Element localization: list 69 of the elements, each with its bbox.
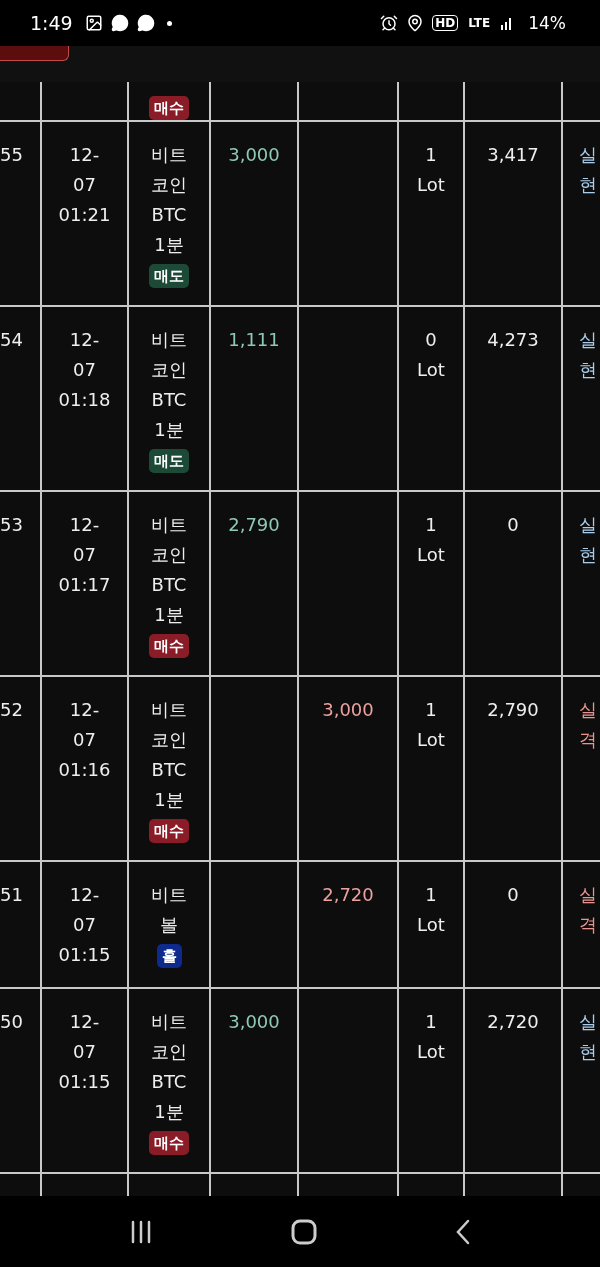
balance-amount: 2,720 [487, 1010, 539, 1034]
balance-amount: 0 [507, 513, 519, 537]
trade-date: 12-07 [68, 1010, 101, 1064]
product-name: 비트코인 BTC 1분 [150, 513, 188, 627]
location-icon [406, 14, 425, 32]
trade-date: 12-07 [68, 698, 101, 752]
result-status: 실격 [578, 883, 598, 937]
lot-quantity: 1 Lot [416, 513, 446, 567]
trade-side-badge: 매도 [149, 264, 189, 288]
product-name: 비트볼 [150, 883, 188, 937]
row-number: 54 [0, 328, 23, 352]
result-status: 실현 [578, 143, 598, 197]
result-status: 실현 [578, 328, 598, 382]
buy-amount: 1,111 [228, 328, 280, 352]
buy-amount: 3,000 [228, 143, 280, 167]
row-number: 51 [0, 883, 23, 907]
alarm-icon [380, 14, 399, 32]
trade-date: 12-07 [68, 328, 101, 382]
home-icon[interactable] [291, 1218, 317, 1245]
trade-time: 01:18 [58, 388, 111, 412]
network-label: LTE [467, 16, 492, 30]
product-name: 비트코인 BTC 1분 [150, 698, 188, 812]
trade-time: 01:17 [58, 573, 111, 597]
notification-dot-icon [166, 20, 172, 26]
trade-side-badge: 매수 [149, 1131, 189, 1155]
result-status: 실격 [578, 698, 598, 752]
balance-amount: 2,790 [487, 698, 539, 722]
chat-bubble-icon [110, 14, 129, 32]
lot-quantity: 0 Lot [416, 328, 446, 382]
trade-time: 01:15 [58, 1070, 111, 1094]
trade-date: 12-07 [68, 883, 101, 937]
product-name: 비트코인 BTC 1분 [150, 1010, 188, 1124]
trade-side-badge: 매도 [149, 449, 189, 473]
sell-amount: 3,000 [322, 698, 374, 722]
image-icon [84, 14, 103, 32]
sell-amount: 2,720 [322, 883, 374, 907]
product-name: 비트코인 BTC 1분 [150, 143, 188, 257]
lot-quantity: 1 Lot [416, 143, 446, 197]
row-number: 52 [0, 698, 23, 722]
network-label: HD [432, 15, 459, 31]
chat-bubble-icon [136, 14, 155, 32]
balance-amount: 0 [507, 883, 519, 907]
result-status: 실현 [578, 513, 598, 567]
trade-side-badge: 매수 [149, 819, 189, 843]
trade-time: 01:21 [58, 203, 111, 227]
row-number: 55 [0, 143, 23, 167]
lot-quantity: 1 Lot [416, 698, 446, 752]
trade-time: 01:15 [58, 943, 111, 967]
tab-button[interactable] [0, 46, 69, 61]
lot-quantity: 1 Lot [416, 1010, 446, 1064]
back-icon[interactable] [455, 1218, 471, 1245]
balance-amount: 4,273 [487, 328, 539, 352]
row-number: 53 [0, 513, 23, 537]
trade-side-badge: 매수 [149, 634, 189, 658]
row-number: 50 [0, 1010, 23, 1034]
lot-quantity: 1 Lot [416, 883, 446, 937]
result-status: 실현 [578, 1010, 598, 1064]
battery-percent: 14% [528, 13, 566, 33]
trade-date: 12-07 [68, 513, 101, 567]
recent-apps-icon[interactable] [129, 1219, 153, 1244]
trade-side-badge: 홀 [156, 944, 182, 968]
trade-side-badge: 매수 [149, 96, 189, 120]
trade-time: 01:16 [58, 758, 111, 782]
buy-amount: 3,000 [228, 1010, 280, 1034]
trade-date: 12-07 [68, 143, 101, 197]
product-name: 비트코인 BTC 1분 [150, 328, 188, 442]
balance-amount: 3,417 [487, 143, 539, 167]
clock-time: 1:49 [30, 12, 73, 34]
buy-amount: 2,790 [228, 513, 280, 537]
